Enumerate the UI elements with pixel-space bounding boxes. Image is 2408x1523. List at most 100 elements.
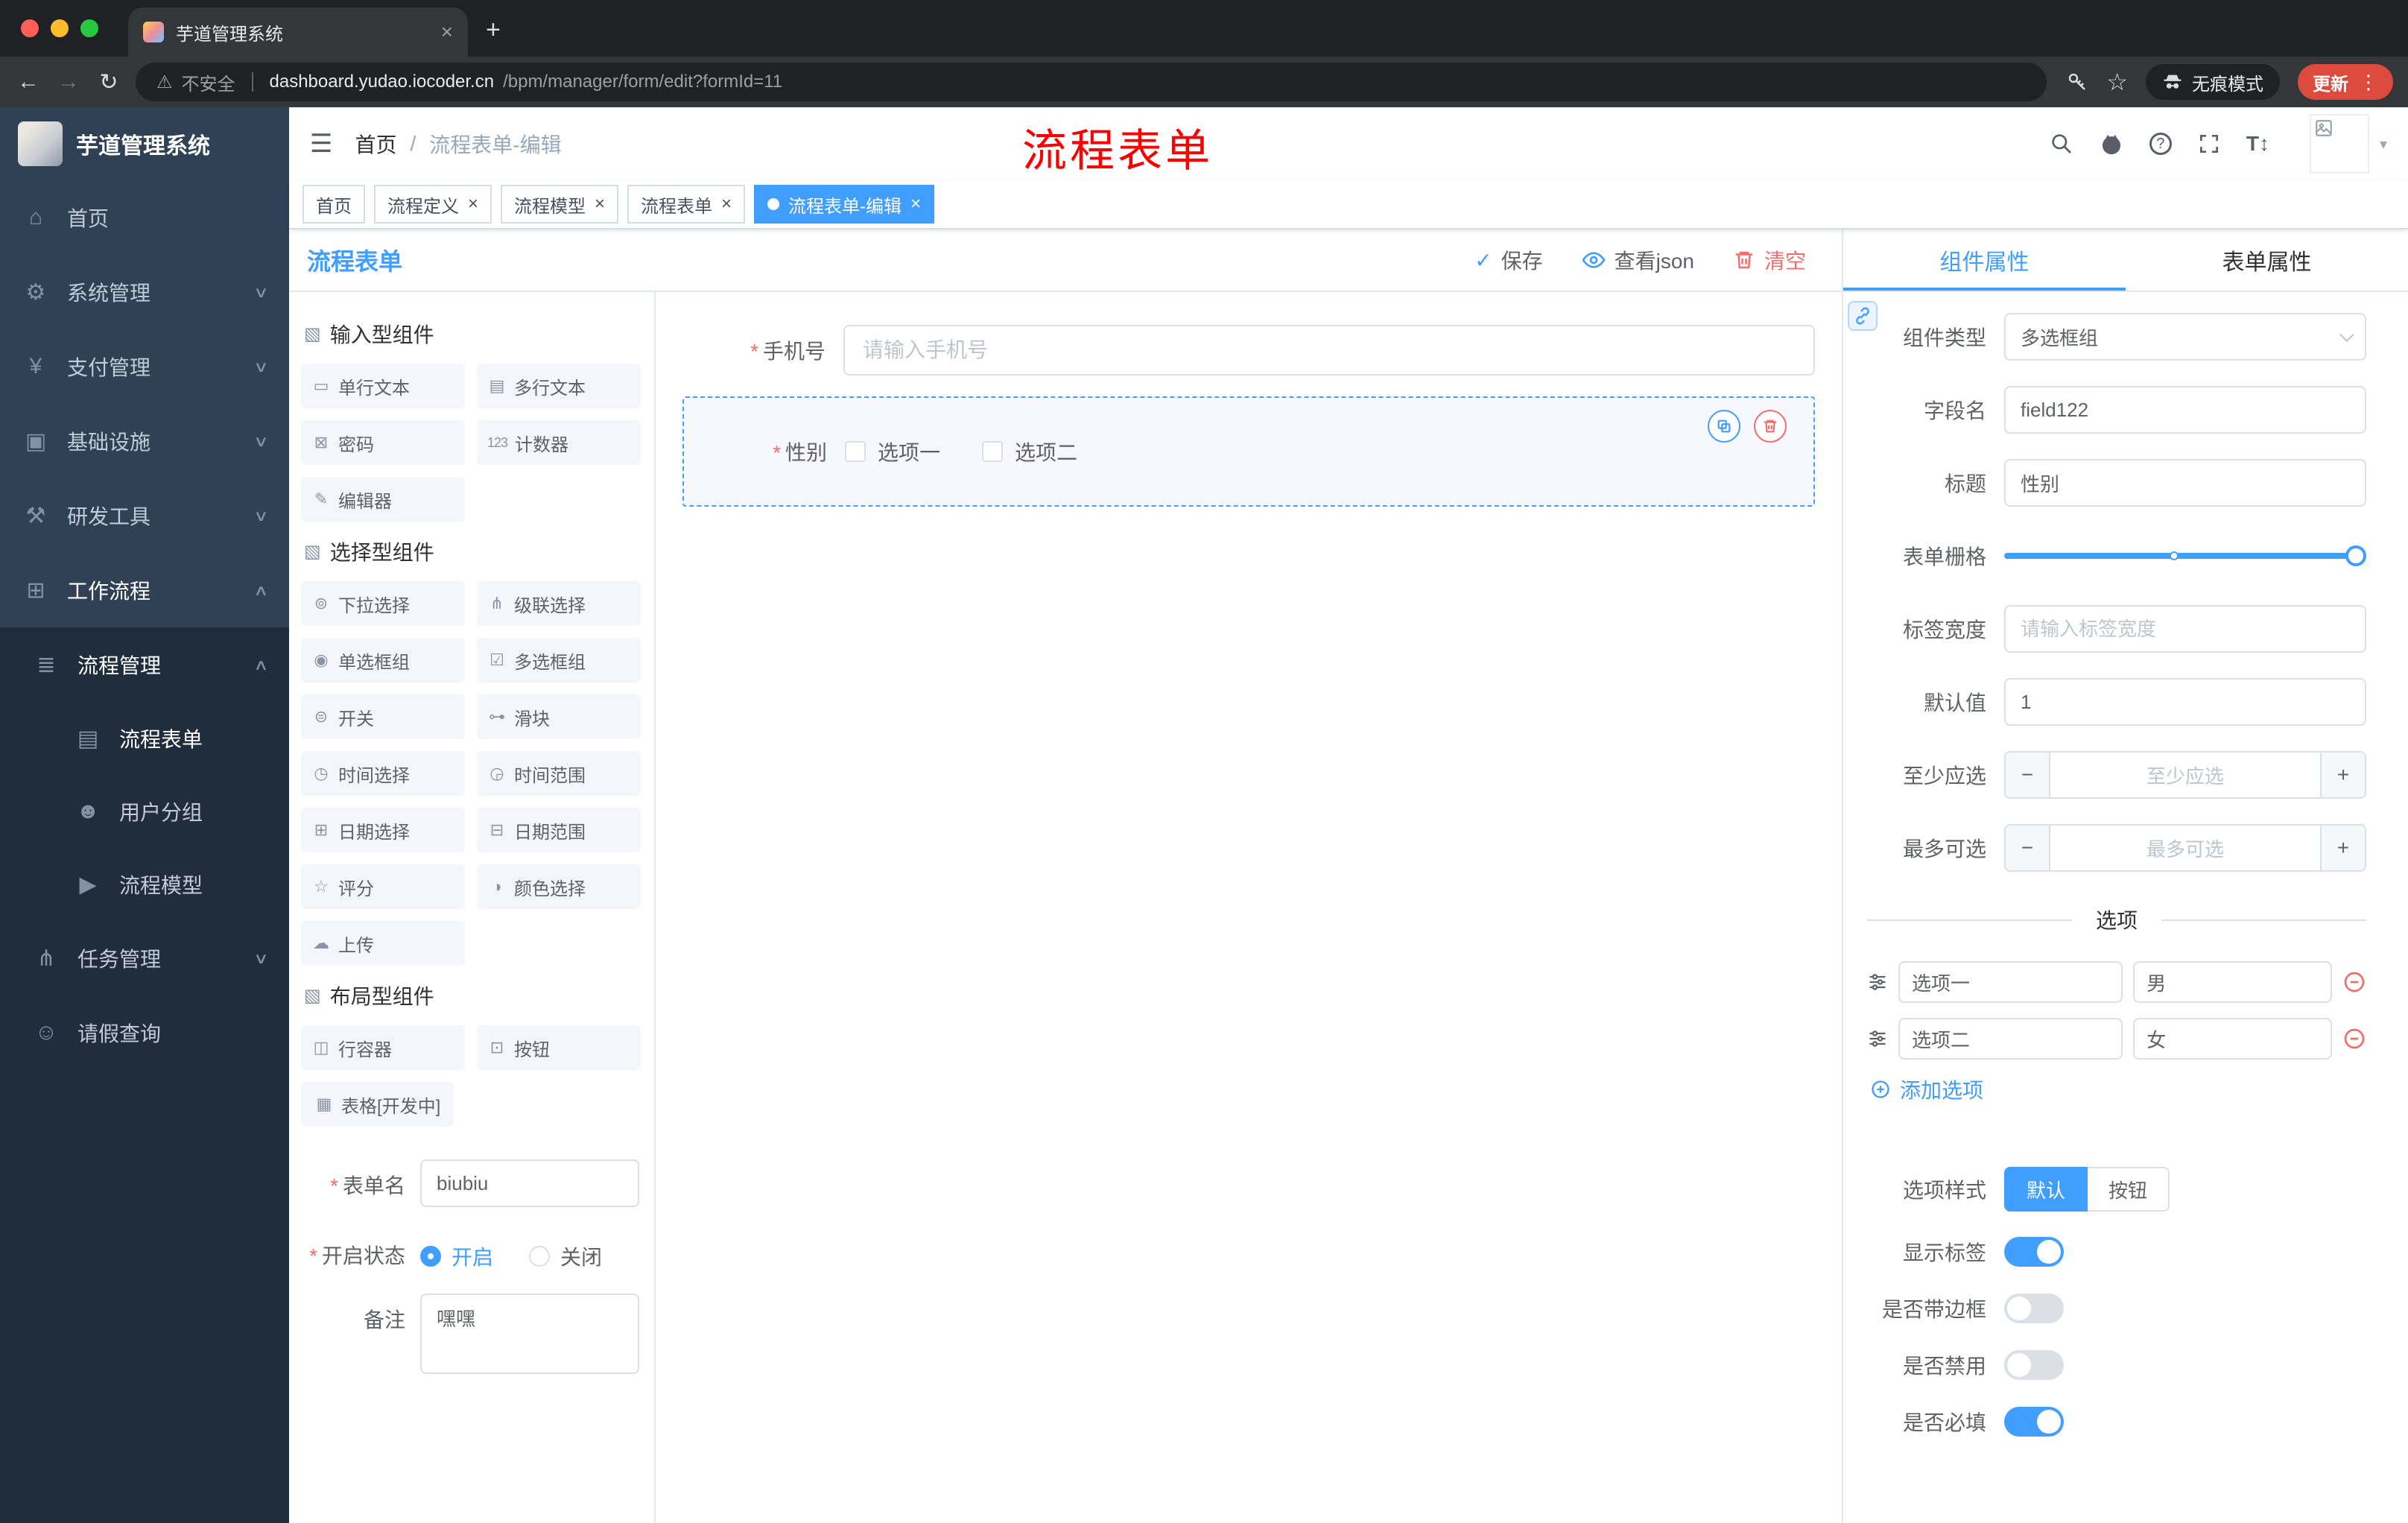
checkbox-option-2[interactable]: 选项二 <box>982 437 1077 466</box>
option-value-input[interactable] <box>2133 1018 2332 1060</box>
view-json-button[interactable]: 查看json <box>1582 245 1694 275</box>
title-input[interactable] <box>2004 459 2366 507</box>
remove-option-button[interactable] <box>2342 1027 2366 1051</box>
tag-process-form[interactable]: 流程表单 × <box>627 185 746 224</box>
tag-process-form-edit[interactable]: 流程表单-编辑 × <box>754 185 935 224</box>
decrease-button[interactable]: − <box>2006 753 2050 797</box>
bookmark-star-icon[interactable]: ☆ <box>2106 68 2128 96</box>
form-canvas[interactable]: * 手机号 请输入手机号 * 性别 选项一 选项二 <box>656 292 1842 1523</box>
palette-item-slider[interactable]: ⊶ 滑块 <box>477 694 641 739</box>
add-option-button[interactable]: 添加选项 <box>1870 1074 2366 1104</box>
avatar[interactable] <box>2309 114 2369 174</box>
tab-close-icon[interactable]: × <box>441 20 453 44</box>
sidebar-item-devtools[interactable]: ⚒ 研发工具 ∨ <box>0 478 289 553</box>
option-label-input[interactable] <box>1898 1018 2123 1060</box>
breadcrumb-home[interactable]: 首页 <box>355 129 396 159</box>
palette-item-date-picker[interactable]: ⊞ 日期选择 <box>301 808 465 852</box>
gender-widget-selected[interactable]: * 性别 选项一 选项二 <box>682 396 1815 507</box>
grid-slider[interactable] <box>2004 532 2366 580</box>
palette-item-password[interactable]: ⊠ 密码 <box>301 420 465 465</box>
sidebar-item-system[interactable]: ⚙ 系统管理 ∨ <box>0 255 289 329</box>
palette-item-time-range[interactable]: ◶ 时间范围 <box>477 751 641 796</box>
form-name-input[interactable] <box>420 1159 639 1207</box>
checkbox-option-1[interactable]: 选项一 <box>845 437 940 466</box>
palette-item-switch[interactable]: ⊜ 开关 <box>301 694 465 739</box>
drag-handle-icon[interactable] <box>1867 972 1888 992</box>
tag-close-icon[interactable]: × <box>595 195 605 213</box>
phone-input[interactable] <box>843 325 1815 376</box>
tag-close-icon[interactable]: × <box>721 195 732 213</box>
show-label-toggle[interactable] <box>2004 1237 2064 1267</box>
field-name-input[interactable] <box>2004 386 2366 434</box>
palette-item-counter[interactable]: 123 计数器 <box>477 420 641 465</box>
help-icon[interactable]: ? <box>2149 133 2172 155</box>
browser-menu-icon[interactable]: ⋮ <box>2359 71 2378 94</box>
window-close-button[interactable] <box>21 19 39 37</box>
user-menu[interactable]: ▾ <box>2309 114 2387 174</box>
form-remark-textarea[interactable]: 嘿嘿 <box>420 1294 639 1374</box>
phone-field-row[interactable]: * 手机号 <box>682 325 1815 376</box>
save-button[interactable]: ✓ 保存 <box>1474 245 1542 275</box>
palette-item-radio-group[interactable]: ◉ 单选框组 <box>301 638 465 683</box>
reload-icon[interactable]: ↻ <box>95 69 122 95</box>
sidebar-item-workflow[interactable]: ⊞ 工作流程 ∧ <box>0 553 289 627</box>
radio-closed[interactable]: 关闭 <box>529 1241 602 1271</box>
component-type-select[interactable]: 多选框组 <box>2004 313 2366 361</box>
tag-home[interactable]: 首页 <box>302 185 365 224</box>
decrease-button[interactable]: − <box>2006 826 2050 870</box>
forward-icon[interactable]: → <box>55 69 82 95</box>
default-value-input[interactable] <box>2004 678 2366 726</box>
increase-button[interactable]: + <box>2320 753 2365 797</box>
sidebar-item-process-model[interactable]: ▶ 流程模型 <box>0 848 289 921</box>
drag-handle-icon[interactable] <box>1867 1028 1888 1049</box>
tab-component-props[interactable]: 组件属性 <box>1843 229 2126 291</box>
bind-variable-button[interactable] <box>1848 301 1878 331</box>
palette-item-rate[interactable]: ☆ 评分 <box>301 864 465 909</box>
palette-item-single-line-text[interactable]: ▭ 单行文本 <box>301 364 465 408</box>
disabled-toggle[interactable] <box>2004 1350 2064 1380</box>
palette-item-cascader[interactable]: ⋔ 级联选择 <box>477 581 641 626</box>
border-toggle[interactable] <box>2004 1294 2064 1323</box>
sidebar-item-leave-query[interactable]: ☺ 请假查询 <box>0 995 289 1070</box>
palette-item-editor[interactable]: ✎ 编辑器 <box>301 477 465 522</box>
option-label-input[interactable] <box>1898 961 2123 1003</box>
max-select-value[interactable]: 最多可选 <box>2050 826 2320 870</box>
tag-close-icon[interactable]: × <box>910 195 921 213</box>
palette-item-checkbox-group[interactable]: ☑ 多选框组 <box>477 638 641 683</box>
palette-item-upload[interactable]: ☁ 上传 <box>301 921 465 966</box>
label-width-input[interactable] <box>2004 605 2366 653</box>
palette-item-button[interactable]: ⊡ 按钮 <box>477 1025 641 1070</box>
security-label[interactable]: 不安全 <box>182 69 235 95</box>
palette-item-select[interactable]: ⊚ 下拉选择 <box>301 581 465 626</box>
sidebar-item-payment[interactable]: ¥ 支付管理 ∨ <box>0 329 289 404</box>
style-button-button[interactable]: 按钮 <box>2088 1167 2170 1212</box>
tag-close-icon[interactable]: × <box>468 195 478 213</box>
palette-item-color-picker[interactable]: ◑ 颜色选择 <box>477 864 641 909</box>
window-maximize-button[interactable] <box>80 19 98 37</box>
radio-open[interactable]: 开启 <box>420 1241 493 1271</box>
increase-button[interactable]: + <box>2320 826 2365 870</box>
address-bar[interactable]: ⚠ 不安全 dashboard.yudao.iocoder.cn/bpm/man… <box>136 63 2047 101</box>
window-minimize-button[interactable] <box>51 19 69 37</box>
github-icon[interactable] <box>2099 131 2124 156</box>
update-button[interactable]: 更新 ⋮ <box>2298 64 2393 100</box>
tag-process-definition[interactable]: 流程定义 × <box>374 185 492 224</box>
back-icon[interactable]: ← <box>15 69 42 95</box>
palette-item-row-container[interactable]: ◫ 行容器 <box>301 1025 465 1070</box>
sidebar-item-infrastructure[interactable]: ▣ 基础设施 ∨ <box>0 404 289 478</box>
app-logo[interactable]: 芋道管理系统 <box>0 107 289 180</box>
clear-button[interactable]: 清空 <box>1733 245 1806 275</box>
sidebar-item-home[interactable]: ⌂ 首页 <box>0 180 289 255</box>
copy-widget-button[interactable] <box>1708 410 1740 443</box>
search-icon[interactable] <box>2050 132 2073 156</box>
menu-toggle-icon[interactable]: ☰ <box>310 129 332 159</box>
delete-widget-button[interactable] <box>1754 410 1787 443</box>
palette-item-multi-line-text[interactable]: ▤ 多行文本 <box>477 364 641 408</box>
tag-process-model[interactable]: 流程模型 × <box>501 185 619 224</box>
sidebar-item-process-form[interactable]: ▤ 流程表单 <box>0 702 289 775</box>
palette-item-table[interactable]: ▦ 表格[开发中] <box>301 1082 454 1127</box>
min-select-value[interactable]: 至少应选 <box>2050 753 2320 797</box>
browser-tab[interactable]: 芋道管理系统 × <box>128 7 468 57</box>
key-icon[interactable] <box>2066 71 2088 93</box>
style-default-button[interactable]: 默认 <box>2004 1167 2088 1212</box>
